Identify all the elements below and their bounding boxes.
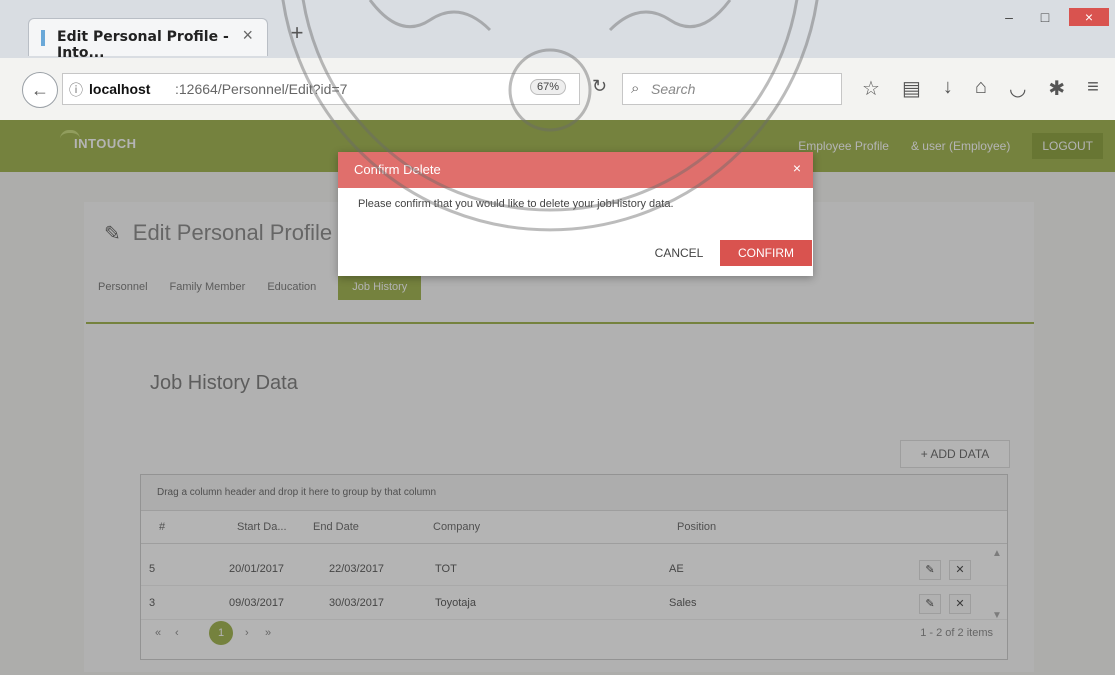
site-info-icon[interactable]: ⓘ [69,80,83,100]
search-placeholder: Search [651,81,696,97]
menu-icon[interactable]: ≡ [1087,76,1099,101]
dialog-message: Please confirm that you would like to de… [358,198,674,210]
browser-navbar: ← ⓘ localhost :12664/Personnel/Edit?id=7… [0,58,1115,121]
extension-icon[interactable]: ✱ [1048,76,1065,101]
cancel-button[interactable]: CANCEL [640,240,718,266]
bookmark-star-icon[interactable]: ☆ [862,76,880,101]
dialog-title: Confirm Delete [354,162,441,177]
close-window-button[interactable]: × [1069,8,1109,26]
search-input[interactable]: ⌕ Search [622,73,842,105]
url-host: localhost [89,81,151,97]
home-icon[interactable]: ⌂ [975,76,987,101]
download-icon[interactable]: ↓ [943,76,953,101]
tab-close-icon[interactable]: × [242,25,253,46]
tab-title: Edit Personal Profile - Into... [57,29,229,61]
zoom-indicator[interactable]: 67% [530,79,567,95]
browser-tab[interactable]: Edit Personal Profile - Into... × [28,18,268,61]
reading-list-icon[interactable]: ▤ [902,76,921,101]
browser-tab-bar: Edit Personal Profile - Into... × + – □ … [0,0,1115,61]
maximize-button[interactable]: □ [1033,8,1057,26]
minimize-button[interactable]: – [997,8,1021,26]
window-controls: – □ × [997,8,1109,26]
back-button[interactable]: ← [22,72,58,108]
reload-icon[interactable]: ↻ [592,76,607,97]
toolbar-icons: ☆ ▤ ↓ ⌂ ◡ ✱ ≡ [862,76,1099,101]
url-bar[interactable]: ⓘ localhost :12664/Personnel/Edit?id=7 [62,73,580,105]
confirm-delete-dialog: Confirm Delete × Please confirm that you… [338,152,813,276]
new-tab-button[interactable]: + [280,18,314,48]
url-path: :12664/Personnel/Edit?id=7 [175,81,348,97]
pocket-icon[interactable]: ◡ [1009,76,1026,101]
dialog-header: Confirm Delete × [338,152,813,188]
dialog-close-icon[interactable]: × [793,160,801,176]
confirm-button[interactable]: CONFIRM [720,240,812,266]
page-favicon-icon [41,30,45,46]
search-icon: ⌕ [631,80,640,97]
